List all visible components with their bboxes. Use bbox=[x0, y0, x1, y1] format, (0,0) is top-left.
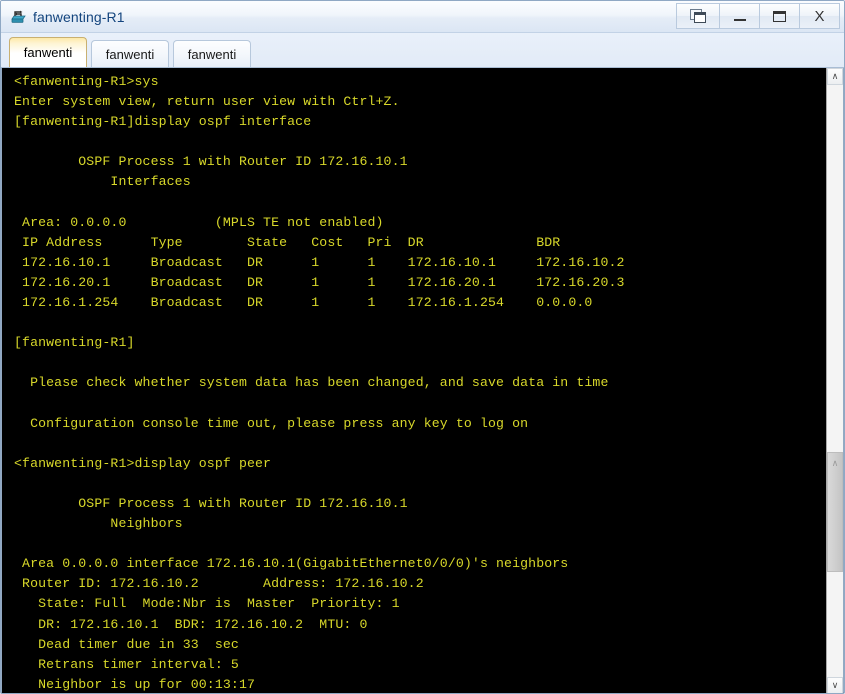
terminal-line: DR: 172.16.10.1 BDR: 172.16.10.2 MTU: 0 bbox=[14, 616, 368, 632]
terminal-line: Configuration console time out, please p… bbox=[14, 415, 529, 431]
minimize-button[interactable] bbox=[720, 3, 760, 29]
terminal-lines: <fanwenting-R1>sys Enter system view, ret… bbox=[2, 68, 826, 693]
chevron-up-icon: ∧ bbox=[831, 71, 839, 81]
terminal-line: Router ID: 172.16.10.2 Address: 172.16.1… bbox=[14, 576, 424, 592]
terminal-output[interactable]: <fanwenting-R1>sys Enter system view, ret… bbox=[2, 68, 826, 693]
terminal-line: Retrans timer interval: 5 bbox=[14, 656, 239, 672]
terminal-line: <fanwenting-R1>display ospf peer bbox=[14, 455, 272, 471]
tab-fanwenti-2[interactable]: fanwenti bbox=[91, 40, 169, 67]
terminal-line: [fanwenting-R1] bbox=[14, 335, 135, 351]
terminal-line: 172.16.10.1 Broadcast DR 1 1 172.16.10.1… bbox=[14, 254, 625, 270]
chevron-down-icon: ∨ bbox=[831, 680, 839, 690]
tab-label: fanwenti bbox=[187, 46, 237, 62]
terminal-line: Neighbors bbox=[14, 516, 183, 532]
vertical-scrollbar[interactable]: ∧ ∧ ∨ bbox=[826, 68, 843, 693]
close-icon: X bbox=[814, 7, 825, 25]
terminal-line: Neighbor is up for 00:13:17 bbox=[14, 676, 256, 692]
tab-strip: fanwenti fanwenti fanwenti bbox=[1, 33, 844, 68]
terminal-line: <fanwenting-R1>sys bbox=[14, 74, 159, 89]
close-button[interactable]: X bbox=[800, 3, 840, 29]
tab-fanwenti-3[interactable]: fanwenti bbox=[173, 40, 251, 67]
tab-label: fanwenti bbox=[105, 46, 155, 62]
scroll-down-button[interactable]: ∨ bbox=[827, 677, 843, 693]
tab-fanwenti-1[interactable]: fanwenti bbox=[9, 37, 87, 67]
maximize-icon bbox=[773, 10, 786, 22]
terminal-line: Area 0.0.0.0 interface 172.16.10.1(Gigab… bbox=[14, 556, 569, 572]
cascade-windows-button[interactable] bbox=[676, 3, 720, 29]
window-controls: X bbox=[676, 2, 840, 30]
scrollbar-track[interactable]: ∧ bbox=[827, 85, 843, 677]
terminal-line: State: Full Mode:Nbr is Master Priority:… bbox=[14, 596, 400, 612]
terminal-line: Interfaces bbox=[14, 174, 191, 190]
terminal-line: 172.16.1.254 Broadcast DR 1 1 172.16.1.2… bbox=[14, 295, 593, 311]
terminal-line: IP Address Type State Cost Pri DR BDR bbox=[14, 234, 561, 250]
terminal-line: Please check whether system data has bee… bbox=[14, 375, 609, 391]
terminal-line: [fanwenting-R1]display ospf interface bbox=[14, 114, 312, 130]
terminal-line: Dead timer due in 33 sec bbox=[14, 636, 239, 652]
scrollbar-thumb[interactable]: ∧ bbox=[827, 452, 843, 573]
terminal-line: OSPF Process 1 with Router ID 172.16.10.… bbox=[14, 495, 408, 511]
terminal-line: OSPF Process 1 with Router ID 172.16.10.… bbox=[14, 154, 408, 170]
window-title: fanwenting-R1 bbox=[33, 8, 125, 25]
terminal-line: Enter system view, return user view with… bbox=[14, 94, 400, 110]
terminal-line: Area: 0.0.0.0 (MPLS TE not enabled) bbox=[14, 214, 384, 230]
terminal-area: <fanwenting-R1>sys Enter system view, ret… bbox=[1, 68, 844, 693]
router-icon bbox=[9, 9, 27, 25]
terminal-window: fanwenting-R1 X fanwenti fanwenti fanwen… bbox=[0, 0, 845, 694]
title-bar: fanwenting-R1 X bbox=[1, 1, 844, 33]
terminal-line: 172.16.20.1 Broadcast DR 1 1 172.16.20.1… bbox=[14, 274, 625, 290]
thumb-grip-icon: ∧ bbox=[831, 458, 839, 469]
title-bar-left: fanwenting-R1 bbox=[1, 9, 125, 25]
cascade-icon bbox=[689, 8, 707, 24]
scroll-up-button[interactable]: ∧ bbox=[827, 68, 843, 85]
minimize-icon bbox=[733, 18, 746, 21]
tab-label: fanwenti bbox=[23, 45, 73, 60]
maximize-button[interactable] bbox=[760, 3, 800, 29]
